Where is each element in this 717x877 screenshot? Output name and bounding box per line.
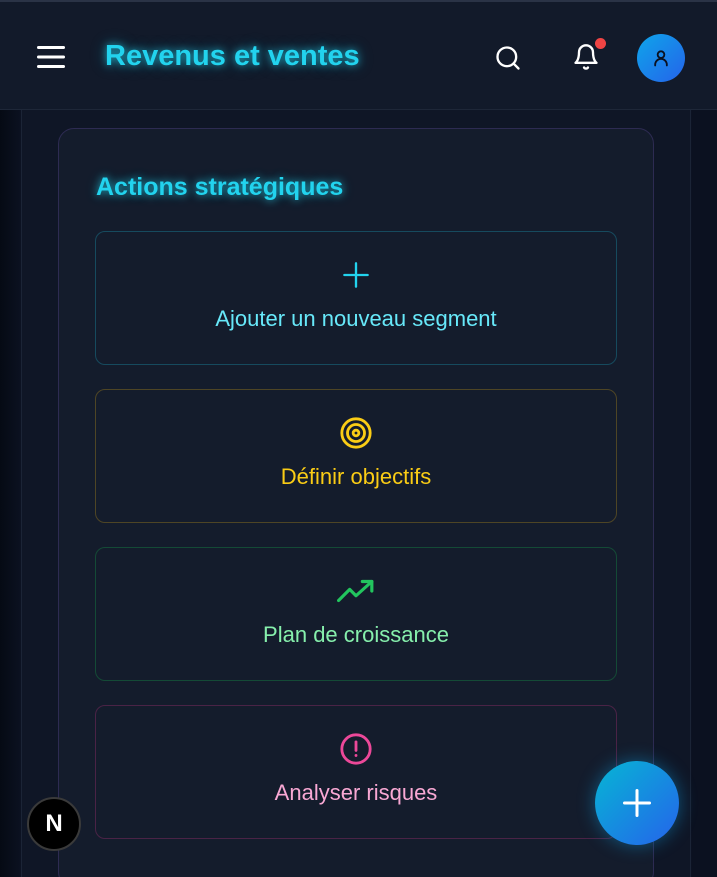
set-objectives-button[interactable]: Définir objectifs (95, 389, 617, 523)
right-divider (690, 110, 691, 877)
target-icon (340, 417, 372, 449)
page-title: Revenus et ventes (105, 40, 360, 72)
add-segment-label: Ajouter un nouveau segment (215, 306, 497, 331)
menu-button[interactable] (31, 39, 71, 75)
dev-badge-letter: N (45, 810, 63, 837)
analyze-risks-label: Analyser risques (274, 780, 438, 805)
hamburger-menu-icon (37, 46, 65, 68)
floating-add-button[interactable] (595, 761, 679, 845)
analyze-risks-button[interactable]: Analyser risques (95, 705, 617, 839)
notification-dot (595, 38, 606, 49)
user-icon (654, 50, 668, 67)
plus-icon (623, 789, 651, 817)
app-page: Revenus et ventes Actions stratégiques A… (0, 0, 717, 877)
dev-tools-badge[interactable]: N (27, 797, 81, 851)
alert-circle-icon (340, 733, 372, 765)
section-title: Actions stratégiques (96, 173, 344, 201)
growth-plan-button[interactable]: Plan de croissance (95, 547, 617, 681)
search-icon (496, 46, 520, 70)
search-button[interactable] (490, 40, 526, 76)
top-app-bar: Revenus et ventes (0, 0, 717, 110)
strategic-actions-card: Actions stratégiques Ajouter un nouveau … (58, 128, 654, 877)
add-segment-button[interactable]: Ajouter un nouveau segment (95, 231, 617, 365)
notifications-button[interactable] (568, 38, 606, 76)
plus-icon (343, 262, 369, 288)
trending-up-icon (337, 579, 374, 603)
set-objectives-label: Définir objectifs (280, 464, 432, 489)
growth-plan-label: Plan de croissance (263, 622, 449, 647)
left-divider (21, 110, 22, 877)
avatar[interactable] (637, 34, 685, 82)
